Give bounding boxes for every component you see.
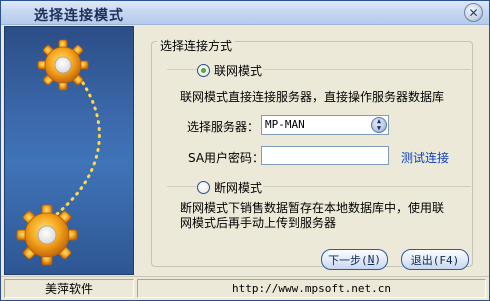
next-button-label-suffix: ) — [374, 253, 381, 266]
online-mode-description: 联网模式直接连接服务器，直接操作服务器数据库 — [180, 90, 445, 104]
next-button-label-prefix: 下一步( — [328, 253, 368, 267]
radio-divider — [167, 186, 197, 187]
offline-mode-label: 断网模式 — [214, 181, 263, 195]
test-connection-link[interactable]: 测试连接 — [401, 149, 449, 166]
window-title: 选择连接模式 — [34, 8, 124, 24]
title-bar[interactable]: 选择连接模式 ✕ — [1, 1, 489, 25]
status-company: 美萍软件 — [4, 279, 134, 298]
status-bar: 美萍软件 http://www.mpsoft.net.cn — [1, 276, 489, 300]
radio-divider — [263, 69, 471, 70]
radio-divider — [167, 69, 197, 70]
chevron-down-icon[interactable]: ▲ ▼ — [371, 117, 387, 133]
offline-description-line2: 网模式后再手动上传到服务器 — [180, 216, 337, 230]
server-select-value: MP-MAN — [265, 118, 305, 131]
gear-icon — [16, 204, 78, 266]
radio-divider — [263, 186, 471, 187]
password-label: SA用户密码： — [188, 151, 265, 165]
close-icon[interactable]: ✕ — [464, 3, 483, 22]
decorative-side-panel — [4, 26, 134, 275]
password-field[interactable] — [261, 146, 389, 165]
exit-button[interactable]: 退出(F4) — [401, 249, 469, 270]
status-url: http://www.mpsoft.net.cn — [137, 279, 486, 298]
radio-selected-dot — [201, 68, 206, 73]
next-button[interactable]: 下一步(N) — [321, 249, 388, 270]
server-select[interactable]: MP-MAN ▲ ▼ — [261, 115, 389, 135]
radio-button[interactable] — [197, 64, 210, 77]
gear-icon — [37, 39, 89, 91]
offline-mode-radio[interactable]: 断网模式 — [197, 179, 262, 196]
next-button-shortcut: N — [367, 253, 375, 266]
radio-button[interactable] — [197, 181, 210, 194]
online-mode-radio[interactable]: 联网模式 — [197, 62, 262, 79]
gears-illustration — [16, 39, 101, 266]
dialog-window: 选择连接模式 ✕ 选择连接方式 联网模式 联网模式直接连接服务器，直接操作服务器… — [0, 0, 490, 301]
online-mode-label: 联网模式 — [214, 64, 263, 78]
group-legend: 选择连接方式 — [157, 37, 236, 54]
server-label: 选择服务器： — [187, 120, 260, 134]
